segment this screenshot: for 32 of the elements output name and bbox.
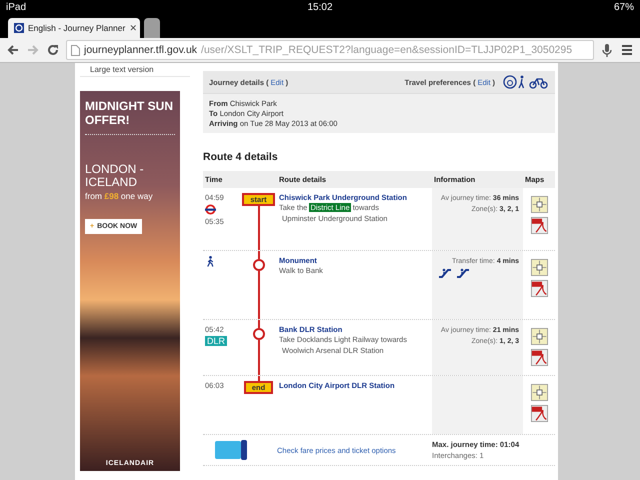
pdf-icon[interactable] xyxy=(530,280,548,298)
stop-marker xyxy=(252,328,264,340)
map-icon[interactable] xyxy=(530,259,548,276)
map-icon[interactable] xyxy=(530,384,548,402)
reload-icon[interactable] xyxy=(46,43,60,57)
pdf-icon[interactable] xyxy=(530,405,548,422)
clock: 15:02 xyxy=(307,2,333,13)
microphone-icon[interactable] xyxy=(600,43,614,57)
dlr-badge: DLR xyxy=(205,336,228,346)
stop-marker xyxy=(252,259,264,272)
pdf-icon[interactable] xyxy=(530,349,548,366)
accessibility-walk-bike-icon xyxy=(503,75,549,89)
escalator-icon xyxy=(438,267,452,280)
browser-tab[interactable]: English - Journey Planner ✕ xyxy=(8,18,140,38)
address-bar[interactable]: journeyplanner.tfl.gov.uk /user/XSLT_TRIP_REQUEST2?language=en&sessionID=TLJJP02P1_3050295 xyxy=(66,40,594,60)
advert-destination: LONDON - ICELAND xyxy=(85,162,145,190)
route-title: Route 4 details xyxy=(203,151,279,164)
advert-headline: MIDNIGHT SUN OFFER! xyxy=(85,99,175,135)
roundel-icon xyxy=(14,23,24,33)
pdf-icon[interactable] xyxy=(530,217,548,234)
device-name: iPad xyxy=(6,2,26,13)
sidebar-link[interactable]: Large text version xyxy=(80,63,190,77)
walking-person-icon xyxy=(205,256,216,268)
map-icon[interactable] xyxy=(530,196,548,214)
map-icon[interactable] xyxy=(530,328,548,346)
browser-tab[interactable] xyxy=(144,18,160,38)
back-icon[interactable] xyxy=(6,43,20,57)
advert-price: from £98 one way xyxy=(85,191,154,202)
roundel-icon xyxy=(205,204,216,216)
battery-level: 67% xyxy=(614,2,634,13)
escalator-icon xyxy=(456,267,470,280)
menu-icon[interactable] xyxy=(620,43,634,57)
